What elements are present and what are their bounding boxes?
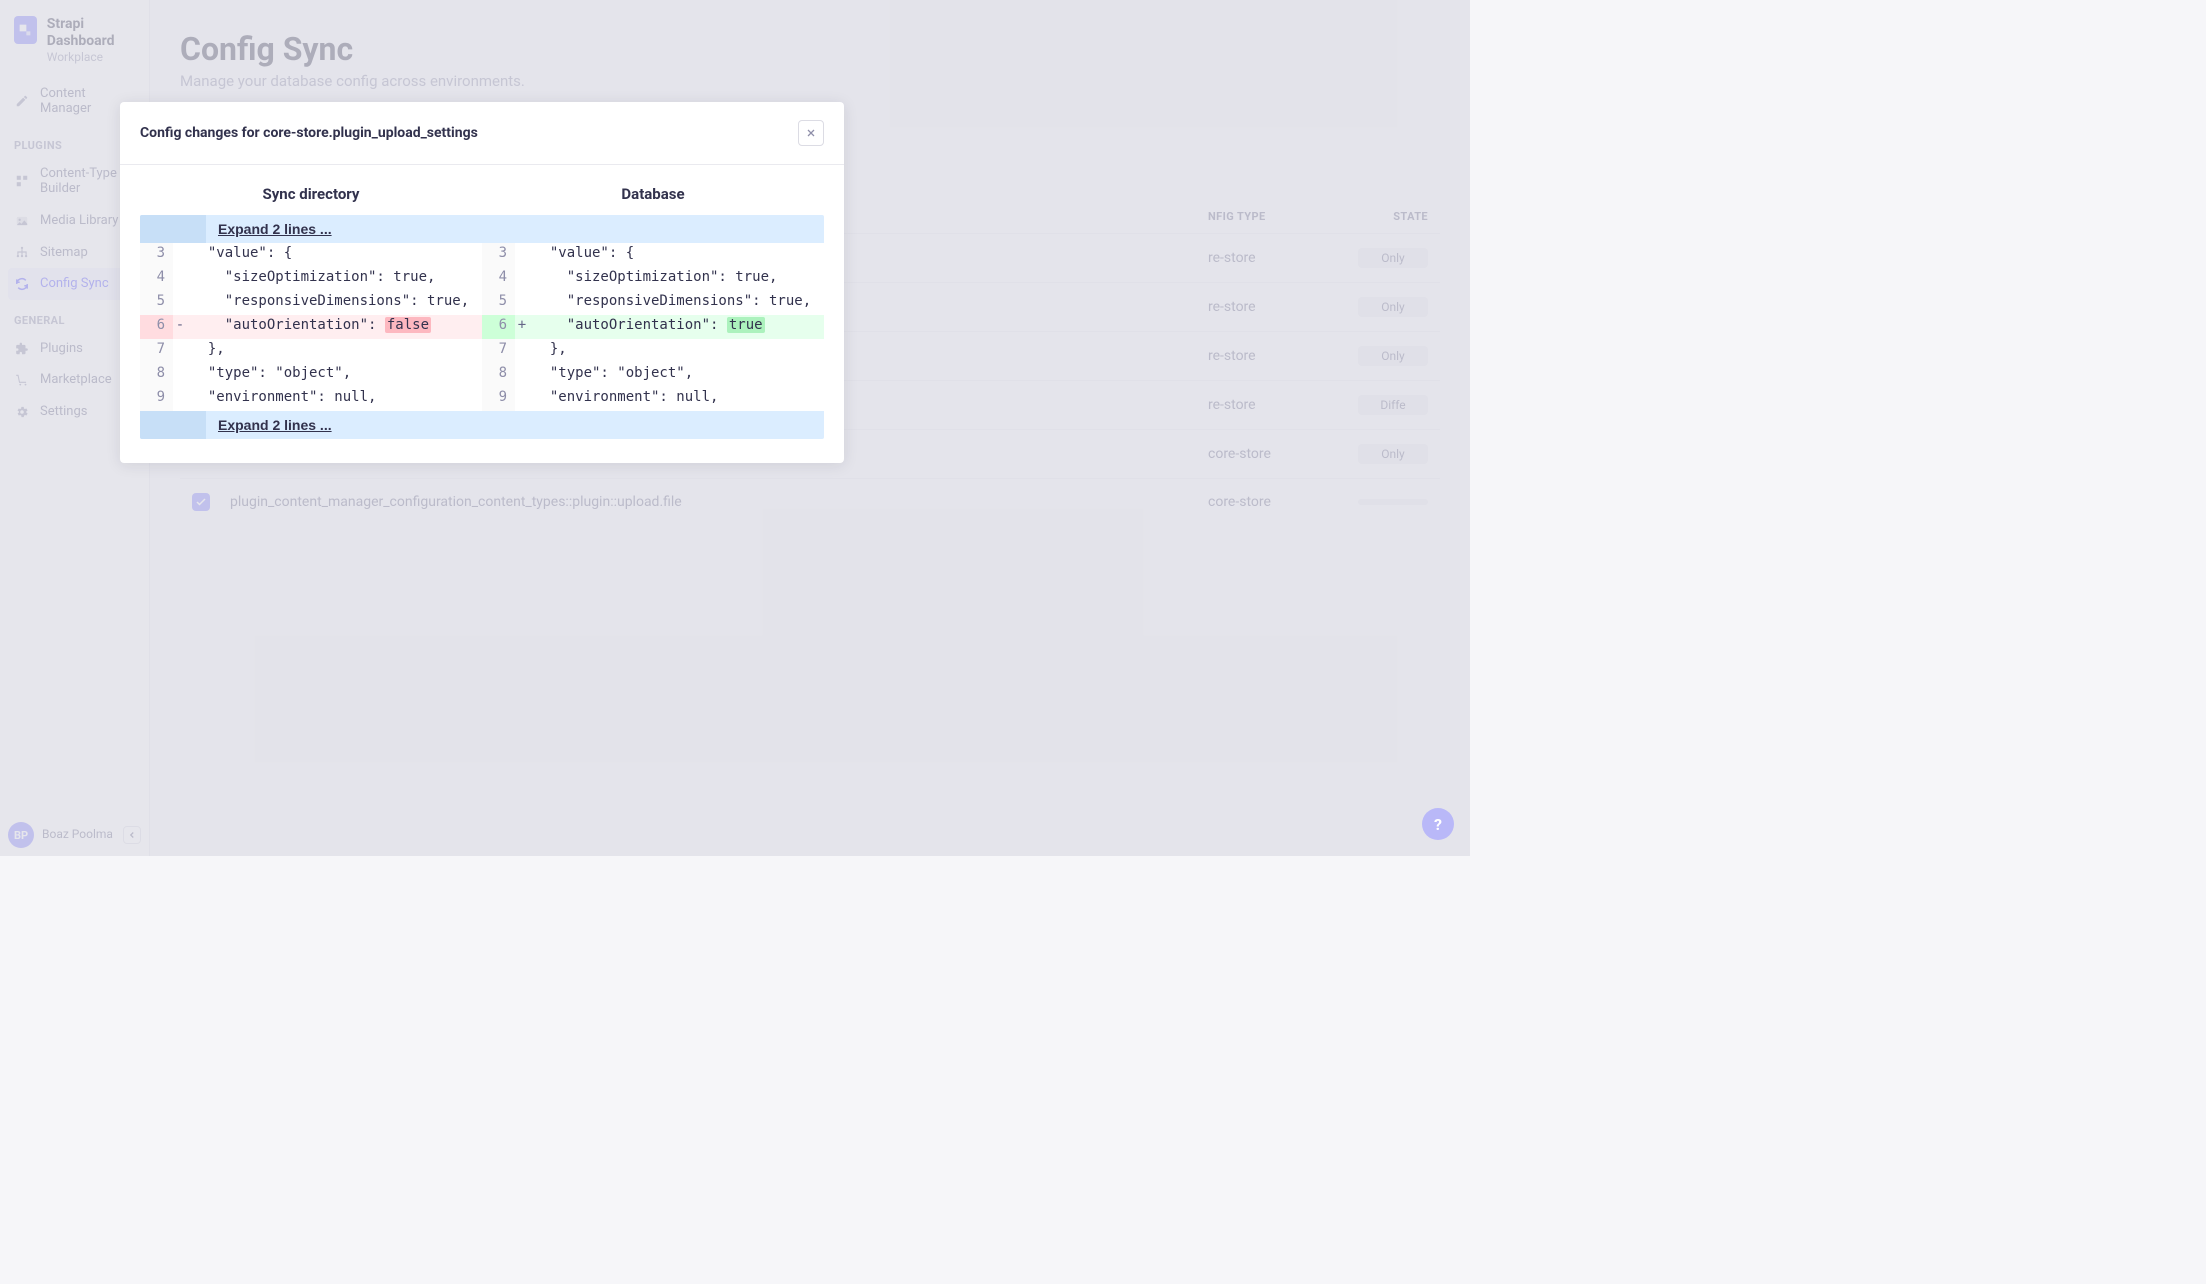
line-number: 4 bbox=[140, 267, 173, 291]
line-number: 6 bbox=[482, 315, 515, 339]
expand-top[interactable]: Expand 2 lines ... bbox=[140, 215, 824, 243]
code-left: }, bbox=[187, 339, 482, 363]
line-number: 8 bbox=[482, 363, 515, 387]
diff-modal: Config changes for core-store.plugin_upl… bbox=[120, 102, 844, 463]
diff-sign: - bbox=[173, 315, 187, 339]
modal-overlay[interactable]: Config changes for core-store.plugin_upl… bbox=[0, 0, 1470, 856]
line-number: 8 bbox=[140, 363, 173, 387]
line-number: 9 bbox=[140, 387, 173, 411]
diff-left-label: Sync directory bbox=[140, 185, 482, 203]
diff-sign bbox=[515, 243, 529, 267]
line-number: 5 bbox=[482, 291, 515, 315]
diff-line: 4 "sizeOptimization": true, 4 "sizeOptim… bbox=[140, 267, 824, 291]
diff-columns-header: Sync directory Database bbox=[140, 185, 824, 203]
code-left: "value": { bbox=[187, 243, 482, 267]
diff-sign bbox=[515, 339, 529, 363]
help-button[interactable]: ? bbox=[1422, 808, 1454, 840]
line-number: 3 bbox=[140, 243, 173, 267]
code-right: "responsiveDimensions": true, bbox=[529, 291, 824, 315]
modal-title: Config changes for core-store.plugin_upl… bbox=[140, 125, 478, 141]
code-right: "type": "object", bbox=[529, 363, 824, 387]
code-right: "autoOrientation": true bbox=[529, 315, 824, 339]
diff-line: 9 "environment": null, 9 "environment": … bbox=[140, 387, 824, 411]
diff-sign bbox=[173, 267, 187, 291]
line-number: 7 bbox=[140, 339, 173, 363]
diff-sign bbox=[173, 243, 187, 267]
code-left: "sizeOptimization": true, bbox=[187, 267, 482, 291]
diff-sign bbox=[173, 339, 187, 363]
line-number: 6 bbox=[140, 315, 173, 339]
line-number: 5 bbox=[140, 291, 173, 315]
diff-line: 8 "type": "object", 8 "type": "object", bbox=[140, 363, 824, 387]
code-left: "type": "object", bbox=[187, 363, 482, 387]
close-icon bbox=[805, 127, 817, 139]
diff-sign bbox=[515, 291, 529, 315]
diff-sign: + bbox=[515, 315, 529, 339]
diff-line: 5 "responsiveDimensions": true, 5 "respo… bbox=[140, 291, 824, 315]
code-right: "environment": null, bbox=[529, 387, 824, 411]
diff-line: 3 "value": { 3 "value": { bbox=[140, 243, 824, 267]
code-right: }, bbox=[529, 339, 824, 363]
diff-sign bbox=[515, 387, 529, 411]
diff-line: 7 }, 7 }, bbox=[140, 339, 824, 363]
diff-right-label: Database bbox=[482, 185, 824, 203]
line-number: 9 bbox=[482, 387, 515, 411]
line-number: 7 bbox=[482, 339, 515, 363]
diff-sign bbox=[515, 363, 529, 387]
diff-sign bbox=[173, 363, 187, 387]
line-number: 4 bbox=[482, 267, 515, 291]
diff-line: 6 - "autoOrientation": false 6 + "autoOr… bbox=[140, 315, 824, 339]
code-left: "environment": null, bbox=[187, 387, 482, 411]
diff-viewer: Expand 2 lines ... 3 "value": { 3 "value… bbox=[140, 215, 824, 439]
expand-bottom[interactable]: Expand 2 lines ... bbox=[140, 411, 824, 439]
diff-sign bbox=[173, 387, 187, 411]
line-number: 3 bbox=[482, 243, 515, 267]
code-left: "responsiveDimensions": true, bbox=[187, 291, 482, 315]
diff-sign bbox=[515, 267, 529, 291]
close-button[interactable] bbox=[798, 120, 824, 146]
code-right: "value": { bbox=[529, 243, 824, 267]
diff-sign bbox=[173, 291, 187, 315]
code-right: "sizeOptimization": true, bbox=[529, 267, 824, 291]
code-left: "autoOrientation": false bbox=[187, 315, 482, 339]
modal-header: Config changes for core-store.plugin_upl… bbox=[120, 102, 844, 165]
